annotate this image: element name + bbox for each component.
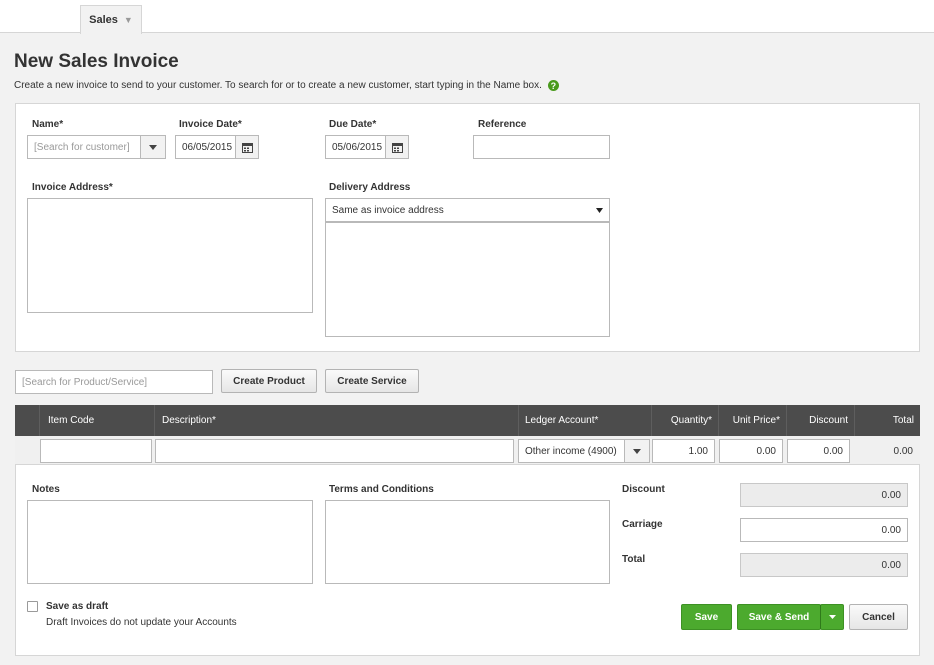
delivery-address-selected: Same as invoice address	[332, 204, 444, 216]
carriage-label: Carriage	[622, 519, 663, 530]
name-label: Name*	[32, 119, 64, 130]
calendar-icon	[241, 142, 253, 153]
save-as-draft-note: Draft Invoices do not update your Accoun…	[46, 617, 237, 628]
due-date-input[interactable]: 05/06/2015	[325, 135, 386, 159]
chevron-down-icon: ▼	[123, 15, 133, 25]
item-code-input[interactable]	[40, 439, 152, 463]
delivery-address-select[interactable]: Same as invoice address	[325, 198, 610, 222]
caret-down-icon	[633, 448, 641, 454]
save-and-send-button[interactable]: Save & Send	[737, 604, 821, 630]
ledger-account-input[interactable]: Other income (4900)	[518, 439, 625, 463]
calendar-icon	[391, 142, 403, 153]
notes-label: Notes	[32, 484, 60, 495]
column-header-item-code: Item Code	[39, 405, 154, 436]
caret-down-icon	[596, 207, 603, 213]
notes-textarea[interactable]	[27, 500, 313, 584]
row-total: 0.00	[893, 446, 913, 457]
caret-down-icon	[828, 615, 836, 619]
delivery-address-textarea[interactable]	[325, 222, 610, 337]
save-button[interactable]: Save	[681, 604, 732, 630]
line-items-header: Item Code Description* Ledger Account* Q…	[15, 405, 920, 436]
save-as-draft-label: Save as draft	[46, 601, 109, 612]
create-service-button[interactable]: Create Service	[325, 369, 419, 393]
invoice-address-textarea[interactable]	[27, 198, 313, 313]
discount-total-field: 0.00	[740, 483, 908, 507]
customer-dropdown-button[interactable]	[140, 135, 166, 159]
page-description: Create a new invoice to send to your cus…	[14, 80, 559, 91]
discount-input[interactable]: 0.00	[787, 439, 850, 463]
invoice-date-label: Invoice Date*	[179, 119, 242, 130]
description-input[interactable]	[155, 439, 514, 463]
due-date-calendar-button[interactable]	[385, 135, 409, 159]
carriage-input[interactable]: 0.00	[740, 518, 908, 542]
page-title: New Sales Invoice	[14, 51, 179, 72]
ledger-account-dropdown-button[interactable]	[624, 439, 650, 463]
caret-down-icon	[149, 144, 157, 150]
total-label: Total	[622, 554, 646, 565]
column-header-description: Description*	[154, 405, 518, 436]
terms-textarea[interactable]	[325, 500, 610, 584]
column-header-total: Total	[854, 405, 920, 436]
terms-label: Terms and Conditions	[329, 484, 434, 495]
due-date-label: Due Date*	[329, 119, 377, 130]
column-header-quantity: Quantity*	[651, 405, 718, 436]
column-header-ledger-account: Ledger Account*	[518, 405, 651, 436]
help-icon[interactable]: ?	[547, 80, 559, 91]
save-as-draft-checkbox[interactable]	[27, 601, 38, 612]
create-product-button[interactable]: Create Product	[221, 369, 317, 393]
save-and-send-dropdown-button[interactable]	[820, 604, 844, 630]
tab-sales[interactable]: Sales ▼	[80, 5, 142, 34]
reference-label: Reference	[478, 119, 527, 130]
discount-label: Discount	[622, 484, 665, 495]
delivery-address-label: Delivery Address	[329, 182, 411, 193]
tab-sales-label: Sales	[89, 14, 118, 26]
column-header-unit-price: Unit Price*	[718, 405, 786, 436]
column-header-discount: Discount	[786, 405, 854, 436]
unit-price-input[interactable]: 0.00	[719, 439, 783, 463]
invoice-address-label: Invoice Address*	[32, 182, 113, 193]
customer-search-input[interactable]: [Search for customer]	[27, 135, 141, 159]
page-description-text: Create a new invoice to send to your cus…	[14, 80, 542, 91]
reference-input[interactable]	[473, 135, 610, 159]
invoice-date-input[interactable]: 06/05/2015	[175, 135, 236, 159]
grand-total-field: 0.00	[740, 553, 908, 577]
cancel-button[interactable]: Cancel	[849, 604, 908, 630]
invoice-date-calendar-button[interactable]	[235, 135, 259, 159]
quantity-input[interactable]: 1.00	[652, 439, 715, 463]
product-search-input[interactable]: [Search for Product/Service]	[15, 370, 213, 394]
